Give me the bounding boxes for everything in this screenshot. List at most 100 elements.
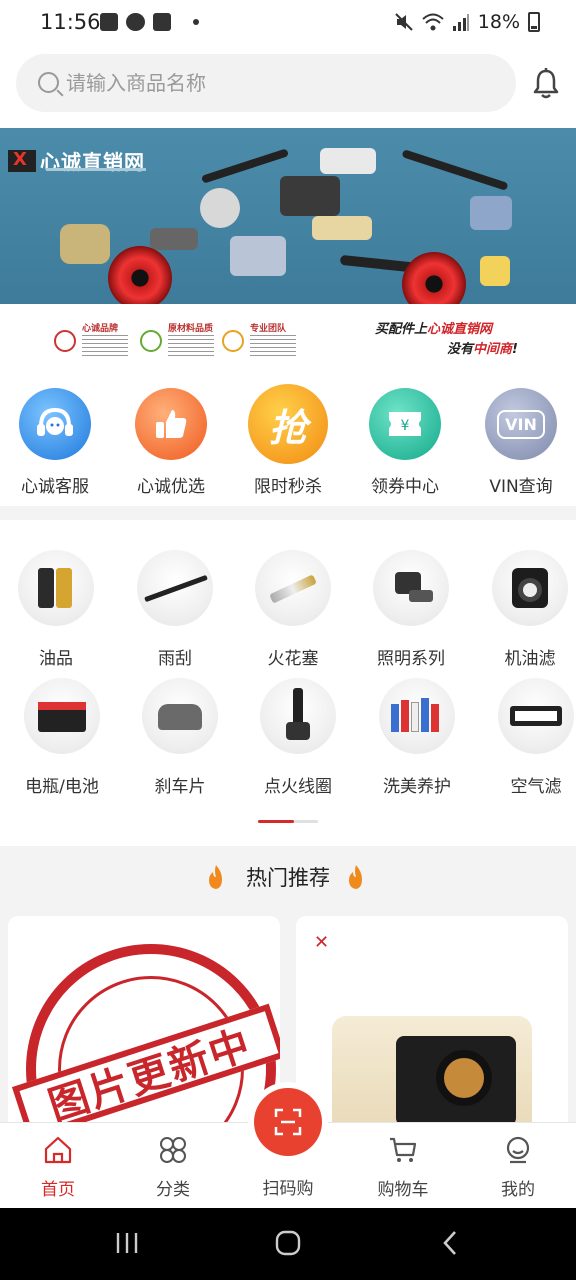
nav-scan-label[interactable]: 扫码购 [238, 1174, 338, 1199]
slogan-2-prefix: 没有 [447, 342, 474, 357]
category-car-care[interactable]: 洗美养护 [362, 678, 472, 797]
category-oil-label: 油品 [39, 649, 73, 669]
category-battery-label: 电瓶/电池 [25, 777, 99, 797]
svg-text:¥: ¥ [401, 418, 410, 434]
quick-preferred[interactable]: 心诚优选 [116, 388, 226, 497]
recent-apps-icon[interactable] [114, 1230, 140, 1256]
signal-icon [452, 14, 469, 31]
battery-icon [528, 12, 540, 32]
category-wiper-label: 雨刮 [158, 649, 192, 669]
quick-customer-service-label: 心诚客服 [21, 477, 89, 497]
category-brake-pad[interactable]: 刹车片 [125, 678, 235, 797]
status-bar: 11:56 18% [0, 0, 576, 48]
task-notification-icon [153, 13, 171, 31]
search-icon [38, 72, 59, 93]
category-brake-pad-label: 刹车片 [154, 777, 206, 797]
feature-text-lines [168, 335, 214, 357]
category-pager-indicator [258, 820, 294, 823]
category-spark-plug-label: 火花塞 [267, 649, 319, 669]
ignition-coil-icon [260, 678, 336, 754]
banner-slogan-1: 买配件上心诚直销网 [375, 318, 492, 337]
slogan-1-prefix: 买配件上 [375, 322, 428, 337]
scan-icon [274, 1108, 302, 1136]
flash-sale-glyph: 抢 [268, 405, 307, 450]
promo-banner[interactable]: 心诚直销网 心诚品牌 原材料品质 [0, 128, 576, 368]
banner-feature-3-title: 专业团队 [250, 324, 287, 334]
air-filter-intake [436, 1050, 492, 1106]
category-air-filter-label: 空气滤 [510, 777, 562, 797]
banner-slogan-2: 没有中间商! [447, 338, 518, 357]
thumbs-up-icon [135, 388, 207, 460]
scan-buy-button[interactable] [254, 1088, 322, 1156]
product-card[interactable]: 图片更新中 [8, 916, 280, 1146]
quick-vin-query-label: VIN查询 [489, 477, 553, 497]
brake-pad-part-icon [150, 228, 198, 250]
quick-coupon-center[interactable]: ¥ 领券中心 [350, 388, 460, 497]
category-battery[interactable]: 电瓶/电池 [7, 678, 117, 797]
oil-filter-icon [492, 550, 568, 626]
search-input[interactable] [66, 68, 486, 98]
quick-customer-service[interactable]: 心诚客服 [0, 388, 110, 497]
nav-category[interactable]: 分类 [123, 1135, 223, 1200]
quick-flash-sale-label: 限时秒杀 [254, 477, 322, 497]
nav-cart[interactable]: 购物车 [353, 1135, 453, 1200]
product-card[interactable]: ✕ [296, 916, 568, 1146]
section-divider [0, 506, 576, 520]
quick-preferred-label: 心诚优选 [137, 477, 205, 497]
category-oil-filter-label: 机油滤 [504, 649, 556, 669]
feature-badge-icon [54, 329, 76, 352]
banner-parts-image: 心诚直销网 [0, 128, 576, 316]
chat-notification-icon [126, 13, 145, 31]
cart-icon [390, 1137, 417, 1162]
nav-profile[interactable]: 我的 [468, 1135, 568, 1200]
feature-badge-icon [222, 329, 244, 352]
feature-badge-icon [140, 329, 162, 352]
back-button-icon[interactable] [440, 1230, 460, 1256]
parts-box-icon [480, 256, 510, 286]
gallery-notification-icon [100, 13, 118, 31]
feature-text-lines [82, 335, 128, 357]
cabin-filter-icon [470, 196, 512, 230]
nav-category-label: 分类 [156, 1180, 190, 1200]
slogan-2-highlight: 中间商 [473, 342, 513, 357]
status-time: 11:56 [40, 10, 101, 34]
spark-plug-icon [255, 550, 331, 626]
coupon-glyph-icon: ¥ [389, 412, 421, 436]
vin-glyph: VIN [497, 409, 545, 439]
profile-icon [506, 1136, 530, 1164]
category-ignition-coil[interactable]: 点火线圈 [243, 678, 353, 797]
bulb-part-icon [60, 224, 110, 264]
home-button-icon[interactable] [274, 1229, 302, 1257]
brand-logo-icon [8, 149, 36, 172]
quick-coupon-center-label: 领券中心 [371, 477, 439, 497]
air-filter-part-icon [312, 216, 372, 240]
home-icon [44, 1136, 72, 1164]
banner-feature-2: 原材料品质 [140, 324, 214, 357]
system-navigation-bar [0, 1208, 576, 1280]
bell-icon[interactable] [532, 68, 560, 100]
category-car-care-label: 洗美养护 [383, 777, 451, 797]
nav-home[interactable]: 首页 [8, 1135, 108, 1200]
banner-brand-subline [46, 168, 146, 171]
flash-sale-icon: 抢 [248, 384, 328, 464]
category-wiper[interactable]: 雨刮 [120, 550, 230, 669]
category-air-filter[interactable]: 空气滤 [481, 678, 576, 797]
quick-flash-sale[interactable]: 抢 限时秒杀 [233, 384, 343, 497]
search-bar[interactable] [16, 54, 516, 112]
thumb-glyph-icon [156, 410, 187, 438]
quick-menu: 心诚客服 心诚优选 抢 限时秒杀 ¥ 领券中心 VIN VIN查询 [0, 380, 576, 500]
feature-text-lines [250, 335, 296, 357]
banner-feature-strip: 心诚品牌 原材料品质 专业团队 买配件上心诚直销网 没有中间商! [0, 304, 576, 368]
quick-vin-query[interactable]: VIN VIN查询 [466, 388, 576, 497]
headset-glyph-icon [37, 407, 73, 436]
category-lighting[interactable]: 照明系列 [356, 550, 466, 669]
category-oil[interactable]: 油品 [1, 550, 111, 669]
nav-profile-label: 我的 [501, 1180, 535, 1200]
category-oil-filter[interactable]: 机油滤 [475, 550, 576, 669]
customer-service-icon [19, 388, 91, 460]
engine-part-icon [280, 176, 340, 216]
system-status-icons: 18% [394, 11, 540, 33]
wiper-part-icon [401, 149, 509, 191]
category-spark-plug[interactable]: 火花塞 [238, 550, 348, 669]
wiper-icon [137, 550, 213, 626]
